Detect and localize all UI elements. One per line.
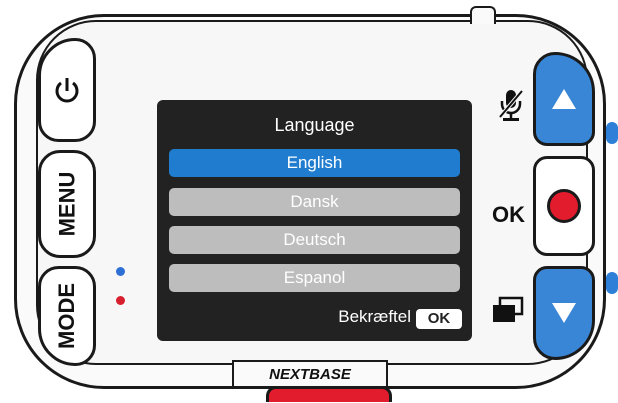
ok-label: OK	[492, 202, 525, 227]
status-led-blue	[116, 267, 125, 276]
down-arrow-icon	[552, 303, 576, 323]
brand-logo: NEXTBASE	[269, 365, 351, 383]
language-option-label: Deutsch	[283, 230, 346, 249]
menu-title: Language	[274, 115, 355, 135]
bottom-release-button[interactable]	[266, 386, 392, 402]
up-arrow-icon	[552, 89, 576, 109]
brand-plate: NEXTBASE	[232, 360, 388, 386]
language-option-deutsch[interactable]: Deutsch	[169, 226, 460, 254]
status-led-red	[116, 296, 125, 305]
language-option-label: English	[286, 153, 343, 172]
confirm-ok-badge: OK	[416, 309, 462, 329]
menu-button[interactable]: MENU	[38, 150, 96, 258]
windows-icon	[491, 296, 525, 331]
language-option-espanol[interactable]: Espanol	[169, 264, 460, 292]
language-option-english[interactable]: English	[169, 149, 460, 177]
power-icon	[55, 78, 79, 103]
edge-indicator-bottom	[606, 272, 618, 294]
language-option-label: Dansk	[290, 192, 339, 211]
record-icon	[547, 189, 581, 223]
mute-mic-icon	[498, 87, 524, 128]
up-button[interactable]	[533, 52, 595, 146]
confirm-hint-label: Bekræftel	[338, 307, 411, 326]
power-button[interactable]	[38, 38, 96, 142]
record-button[interactable]	[533, 156, 595, 256]
edge-indicator-top	[606, 122, 618, 144]
menu-button-label: MENU	[54, 171, 79, 237]
language-option-label: Espanol	[283, 268, 346, 287]
language-option-dansk[interactable]: Dansk	[169, 188, 460, 216]
mode-button[interactable]: MODE	[38, 266, 96, 366]
top-notch	[470, 6, 496, 24]
camera-screen: Language English Dansk Deutsch Espanol B…	[157, 100, 472, 341]
mode-button-label: MODE	[54, 283, 79, 349]
